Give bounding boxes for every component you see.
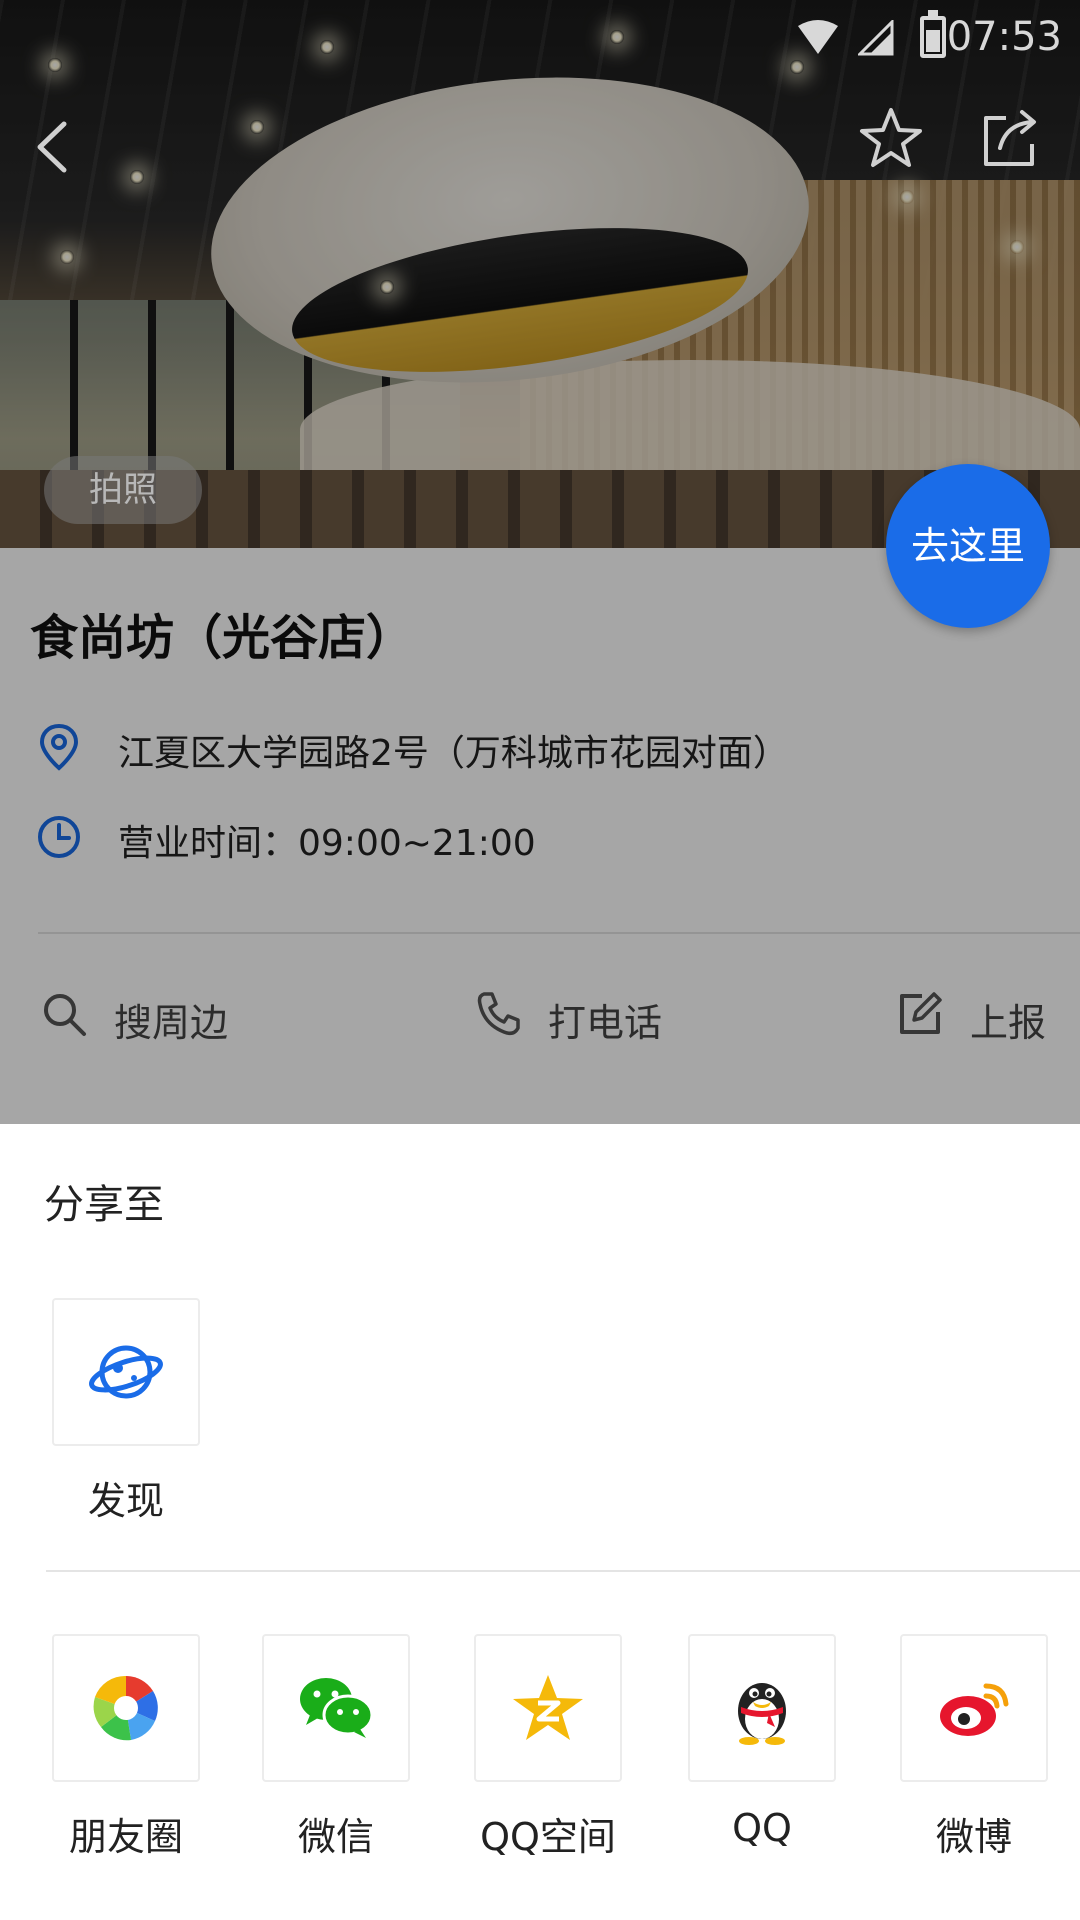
share-qzone-tile[interactable] [474, 1634, 622, 1782]
share-qq-label: QQ [732, 1806, 792, 1850]
share-wechat-label: 微信 [297, 1815, 374, 1859]
share-weibo-tile[interactable] [900, 1634, 1048, 1782]
share-weibo-label: 微博 [935, 1815, 1012, 1859]
share-weibo[interactable]: 微博 [900, 1634, 1048, 1859]
battery-icon [920, 10, 946, 58]
moments-icon [93, 1675, 158, 1741]
share-qq-tile[interactable] [688, 1634, 836, 1782]
planet-icon [89, 1345, 163, 1399]
share-sheet: 分享至 发现 朋友圈 微信 QQ空间 QQ 微博 [0, 1124, 1080, 1920]
share-qq[interactable]: QQ [688, 1634, 836, 1850]
share-sheet-title: 分享至 [44, 1182, 164, 1228]
share-discover-label: 发现 [87, 1479, 164, 1523]
share-qzone[interactable]: QQ空间 [474, 1634, 622, 1859]
share-qzone-label: QQ空间 [480, 1815, 616, 1859]
share-divider [46, 1570, 1080, 1572]
qzone-icon [513, 1675, 583, 1740]
share-wechat[interactable]: 微信 [262, 1634, 410, 1859]
share-icon[interactable] [976, 104, 1046, 174]
wechat-icon [300, 1678, 374, 1738]
take-photo-button[interactable]: 拍照 [44, 456, 202, 524]
status-bar: 07:53 [0, 0, 1080, 80]
share-discover[interactable]: 发现 [52, 1298, 200, 1523]
weibo-icon [940, 1683, 1009, 1736]
status-time: 07:53 [946, 14, 1062, 60]
qq-icon [738, 1683, 786, 1745]
share-wechat-tile[interactable] [262, 1634, 410, 1782]
share-moments[interactable]: 朋友圈 [52, 1634, 200, 1859]
favorite-star-icon[interactable] [856, 104, 926, 174]
wifi-icon [798, 20, 838, 54]
back-icon[interactable] [20, 112, 90, 182]
share-moments-tile[interactable] [52, 1634, 200, 1782]
share-moments-label: 朋友圈 [68, 1815, 183, 1859]
signal-icon [858, 20, 894, 56]
dim-overlay-detail[interactable] [0, 548, 1080, 1124]
share-discover-tile[interactable] [52, 1298, 200, 1446]
go-here-button[interactable]: 去这里 [886, 464, 1050, 628]
